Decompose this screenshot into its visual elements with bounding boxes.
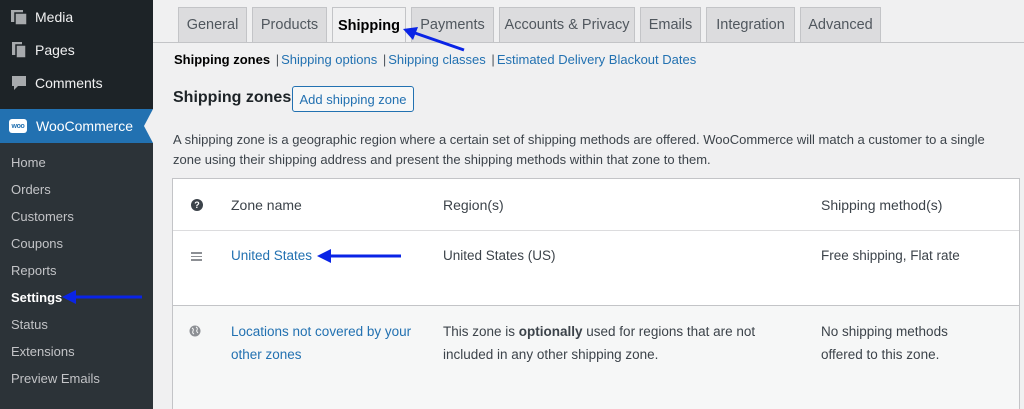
sidebar-item-woocommerce[interactable]: woo WooCommerce [0,109,153,143]
annotation-arrow-shipping-tab [403,27,465,52]
sidebar-item-label: WooCommerce [36,118,133,134]
tab-shipping[interactable]: Shipping [332,7,406,43]
woocommerce-submenu: Home Orders Customers Coupons Reports Se… [0,143,153,409]
subnav-separator: | [491,52,495,67]
sidebar-item-label: Comments [35,75,103,91]
annotation-arrow-united-states [317,249,401,263]
zone-name-link[interactable]: United States [231,244,312,267]
help-icon[interactable]: ? [191,199,203,211]
submenu-item-customers[interactable]: Customers [11,207,74,227]
submenu-item-orders[interactable]: Orders [11,180,51,200]
rest-of-world-regions: This zone is optionally used for regions… [443,320,773,366]
sidebar-item-label: Pages [35,42,75,58]
tab-advanced[interactable]: Advanced [800,7,881,42]
subnav-separator: | [275,52,280,67]
submenu-item-home[interactable]: Home [11,153,46,173]
page-title: Shipping zones [173,89,292,106]
woocommerce-logo-icon: woo [9,119,27,133]
shipping-zones-description: A shipping zone is a geographic region w… [173,132,985,167]
subnav-separator: | [382,52,387,67]
subnav-blackout-dates[interactable]: Estimated Delivery Blackout Dates [497,52,696,67]
subnav-shipping-options[interactable]: Shipping options [281,52,377,67]
active-menu-caret [144,109,153,143]
comments-icon [9,73,29,93]
tab-products[interactable]: Products [252,7,327,42]
rest-of-world-methods: No shipping methods offered to this zone… [821,324,948,362]
sidebar-item-pages[interactable]: Pages [0,33,153,67]
tab-integration[interactable]: Integration [706,7,795,42]
header-zone-name: Zone name [231,197,302,213]
tab-accounts-privacy[interactable]: Accounts & Privacy [499,7,635,42]
table-row-rest-of-world: Locations not covered by your other zone… [173,305,1019,409]
submenu-item-coupons[interactable]: Coupons [11,234,63,254]
regions-text-prefix: This zone is [443,324,519,339]
table-header-row: ? Zone name Region(s) Shipping method(s) [173,179,1019,231]
regions-text-emphasis: optionally [518,324,583,339]
header-regions: Region(s) [443,197,504,213]
subnav-shipping-zones[interactable]: Shipping zones [174,52,270,67]
annotation-arrow-settings [62,290,142,304]
tab-divider [153,42,1024,43]
add-shipping-zone-button[interactable]: Add shipping zone [292,86,414,112]
shipping-zones-table: ? Zone name Region(s) Shipping method(s)… [172,178,1020,409]
pages-icon [9,40,29,60]
submenu-item-extensions[interactable]: Extensions [11,342,75,362]
globe-icon [189,325,201,337]
sidebar-item-media[interactable]: Media [0,0,153,34]
zone-methods: Free shipping, Flat rate [821,248,960,263]
submenu-item-preview-emails[interactable]: Preview Emails [11,369,100,389]
table-row: United States United States (US) Free sh… [173,231,1019,305]
zone-regions: United States (US) [443,248,556,263]
submenu-item-status[interactable]: Status [11,315,48,335]
media-icon [9,7,29,27]
tab-general[interactable]: General [178,7,247,42]
sidebar-item-comments[interactable]: Comments [0,66,153,100]
drag-handle-icon[interactable] [191,252,202,261]
admin-sidebar: Media Pages Comments woo WooCommerce Hom… [0,0,153,409]
submenu-item-settings[interactable]: Settings [11,288,62,308]
header-shipping-methods: Shipping method(s) [821,197,943,213]
rest-of-world-zone-link[interactable]: Locations not covered by your other zone… [231,320,421,366]
sidebar-item-label: Media [35,9,74,25]
tab-emails[interactable]: Emails [640,7,701,42]
submenu-item-reports[interactable]: Reports [11,261,57,281]
